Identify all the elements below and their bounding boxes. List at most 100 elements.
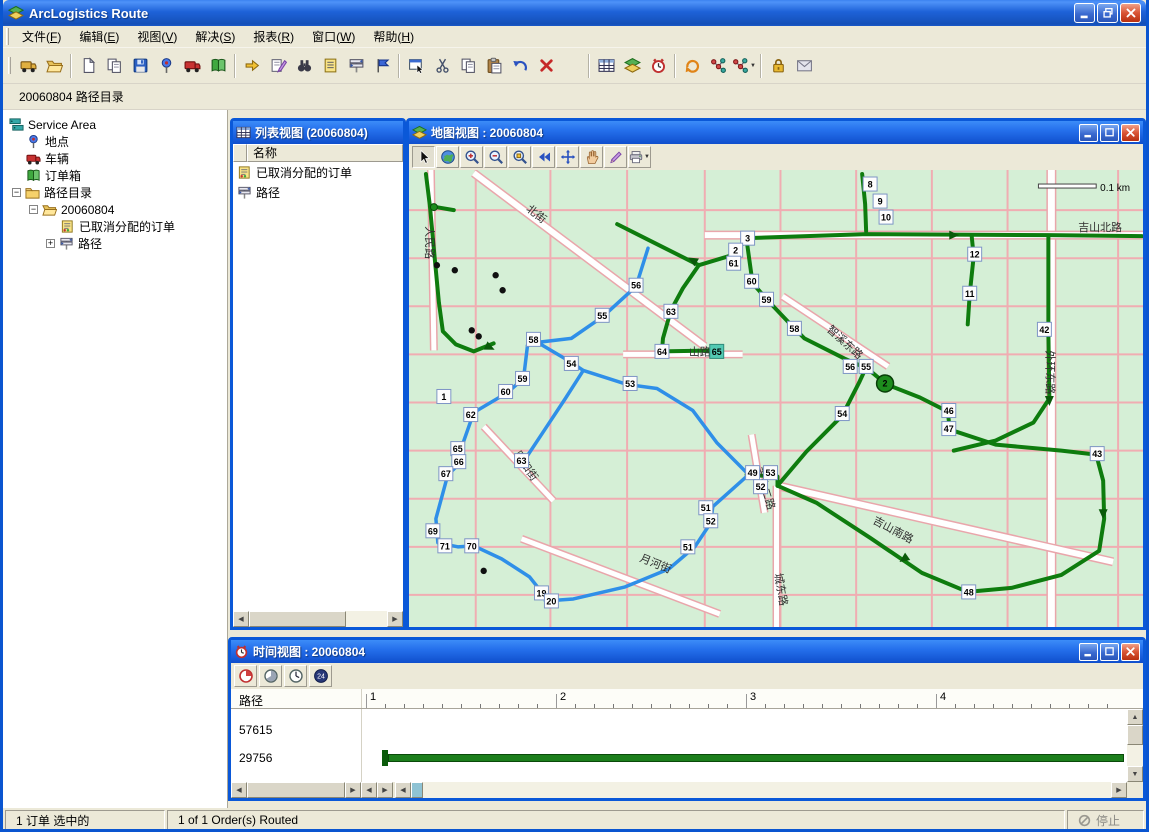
unassigned-stop-dot[interactable] [469,327,475,333]
tree-node[interactable]: −路径目录 [3,184,227,201]
tree-node[interactable]: 车辆 [3,150,227,167]
scroll-left-button[interactable]: ◀ [395,782,411,798]
minimize-button[interactable] [1079,643,1098,661]
stop-marker[interactable]: 56 [629,278,643,292]
scroll-thumb[interactable] [1127,725,1143,745]
list-view-titlebar[interactable]: 列表视图 (20060804) [233,121,403,144]
stop-marker[interactable]: 65 [710,344,724,358]
map-tool-hand[interactable] [580,146,603,168]
time-tool-clock-h[interactable] [259,665,282,687]
maximize-button[interactable] [1100,124,1119,142]
unassigned-stop-dot[interactable] [499,287,505,293]
map-tool-cursor[interactable] [412,146,435,168]
time-vscrollbar[interactable]: ▲ ▼ [1127,709,1143,782]
map-tool-globe[interactable] [436,146,459,168]
list-item[interactable]: 已取消分配的订单 [233,162,403,182]
stop-marker[interactable]: 69 [426,524,440,538]
properties-button[interactable] [403,52,429,79]
scroll-right-button[interactable]: ▶ [1111,782,1127,798]
minimize-button[interactable] [1074,3,1095,23]
stop-marker[interactable]: 62 [464,408,478,422]
time-view-titlebar[interactable]: 时间视图 : 20060804 [231,640,1143,663]
order-sheet-button[interactable] [317,52,343,79]
menu-item[interactable]: 解决(S) [186,25,244,48]
stop-marker[interactable]: 66 [452,455,466,469]
unassigned-stop-dot[interactable] [476,333,482,339]
edit-note-button[interactable] [265,52,291,79]
stop-marker[interactable]: 2 [729,243,743,257]
tree-expander[interactable]: − [29,205,38,214]
stop-marker[interactable]: 61 [727,256,741,270]
stop-marker[interactable]: 1 [437,389,451,403]
stop-marker[interactable]: 71 [438,539,452,553]
doc-copy-button[interactable] [101,52,127,79]
scroll-up-button[interactable]: ▲ [1127,709,1143,725]
unassigned-stop-dot[interactable] [492,272,498,278]
route-row-label[interactable]: 57615 [239,723,272,737]
tree-node[interactable]: +路径 [3,235,227,252]
stop-marker[interactable]: 8 [863,177,877,191]
net2-button[interactable]: ▼ [731,52,757,79]
stop-marker[interactable]: 20 [544,594,558,608]
stop-marker[interactable]: 42 [1037,322,1051,336]
tree-node[interactable]: 订单箱 [3,167,227,184]
time-left-hscrollbar[interactable]: ◀ ▶ [231,782,361,798]
scroll-right-button[interactable]: ▶ [387,611,403,627]
stop-marker[interactable]: 60 [745,274,759,288]
paste-button[interactable] [481,52,507,79]
list-column-name[interactable]: 名称 [247,144,403,162]
menu-item[interactable]: 视图(V) [128,25,186,48]
map-tool-zoom-out[interactable] [484,146,507,168]
route-time-bar[interactable] [388,754,1124,762]
unassigned-stop-dot[interactable] [452,267,458,273]
menu-item[interactable]: 窗口(W) [303,25,364,48]
folder-open-button[interactable] [41,52,67,79]
stop-marker[interactable]: 53 [623,376,637,390]
stop-marker[interactable]: 11 [963,286,977,300]
route-row-label[interactable]: 29756 [239,751,272,765]
restore-button[interactable] [1097,3,1118,23]
time-tool-clock-q[interactable] [234,665,257,687]
scroll-left-button[interactable]: ◀ [231,782,247,798]
stop-marker[interactable]: 59 [760,292,774,306]
close-button[interactable] [1121,124,1140,142]
vehicle-marker[interactable]: 2 [877,375,894,392]
lock-button[interactable] [765,52,791,79]
stop-marker[interactable]: 67 [439,467,453,481]
stop-marker[interactable]: 54 [564,356,578,370]
binoculars-button[interactable] [291,52,317,79]
stop-marker[interactable]: 12 [968,247,982,261]
stop-marker[interactable]: 58 [787,321,801,335]
stop-marker[interactable]: 46 [942,404,956,418]
stop-marker[interactable]: 10 [879,210,893,224]
stop-marker[interactable]: 64 [655,344,669,358]
list-hscrollbar[interactable]: ◀ ▶ [233,611,403,627]
stop-marker[interactable]: 52 [704,514,718,528]
book-green-button[interactable] [205,52,231,79]
undo-button[interactable] [507,52,533,79]
save-button[interactable] [127,52,153,79]
scroll-thumb[interactable] [249,611,346,627]
delete-button[interactable] [533,52,559,79]
titlebar[interactable]: ArcLogistics Route [3,0,1146,26]
map-tool-pencil[interactable] [604,146,627,168]
close-button[interactable] [1121,643,1140,661]
tree-expander[interactable]: + [46,239,55,248]
stop-marker[interactable]: 59 [516,371,530,385]
menubar-grip[interactable] [6,28,9,45]
pane-right-button[interactable]: ▶ [377,782,393,798]
tree-expander[interactable]: − [12,188,21,197]
refresh-button[interactable] [679,52,705,79]
toolbar-grip[interactable] [8,57,11,74]
map-tool-pan-left[interactable] [532,146,555,168]
tree-node[interactable]: −20060804 [3,201,227,218]
stop-marker[interactable]: 51 [699,501,713,515]
scroll-down-button[interactable]: ▼ [1127,766,1143,782]
menu-item[interactable]: 帮助(H) [364,25,423,48]
stop-marker[interactable]: 49 [746,466,760,480]
map-tool-zoom-fixed[interactable] [508,146,531,168]
stop-marker[interactable]: 48 [962,585,976,599]
paste-special-button[interactable] [559,52,585,79]
unassigned-stop-dot[interactable] [481,568,487,574]
stop-marker[interactable]: 60 [499,384,513,398]
